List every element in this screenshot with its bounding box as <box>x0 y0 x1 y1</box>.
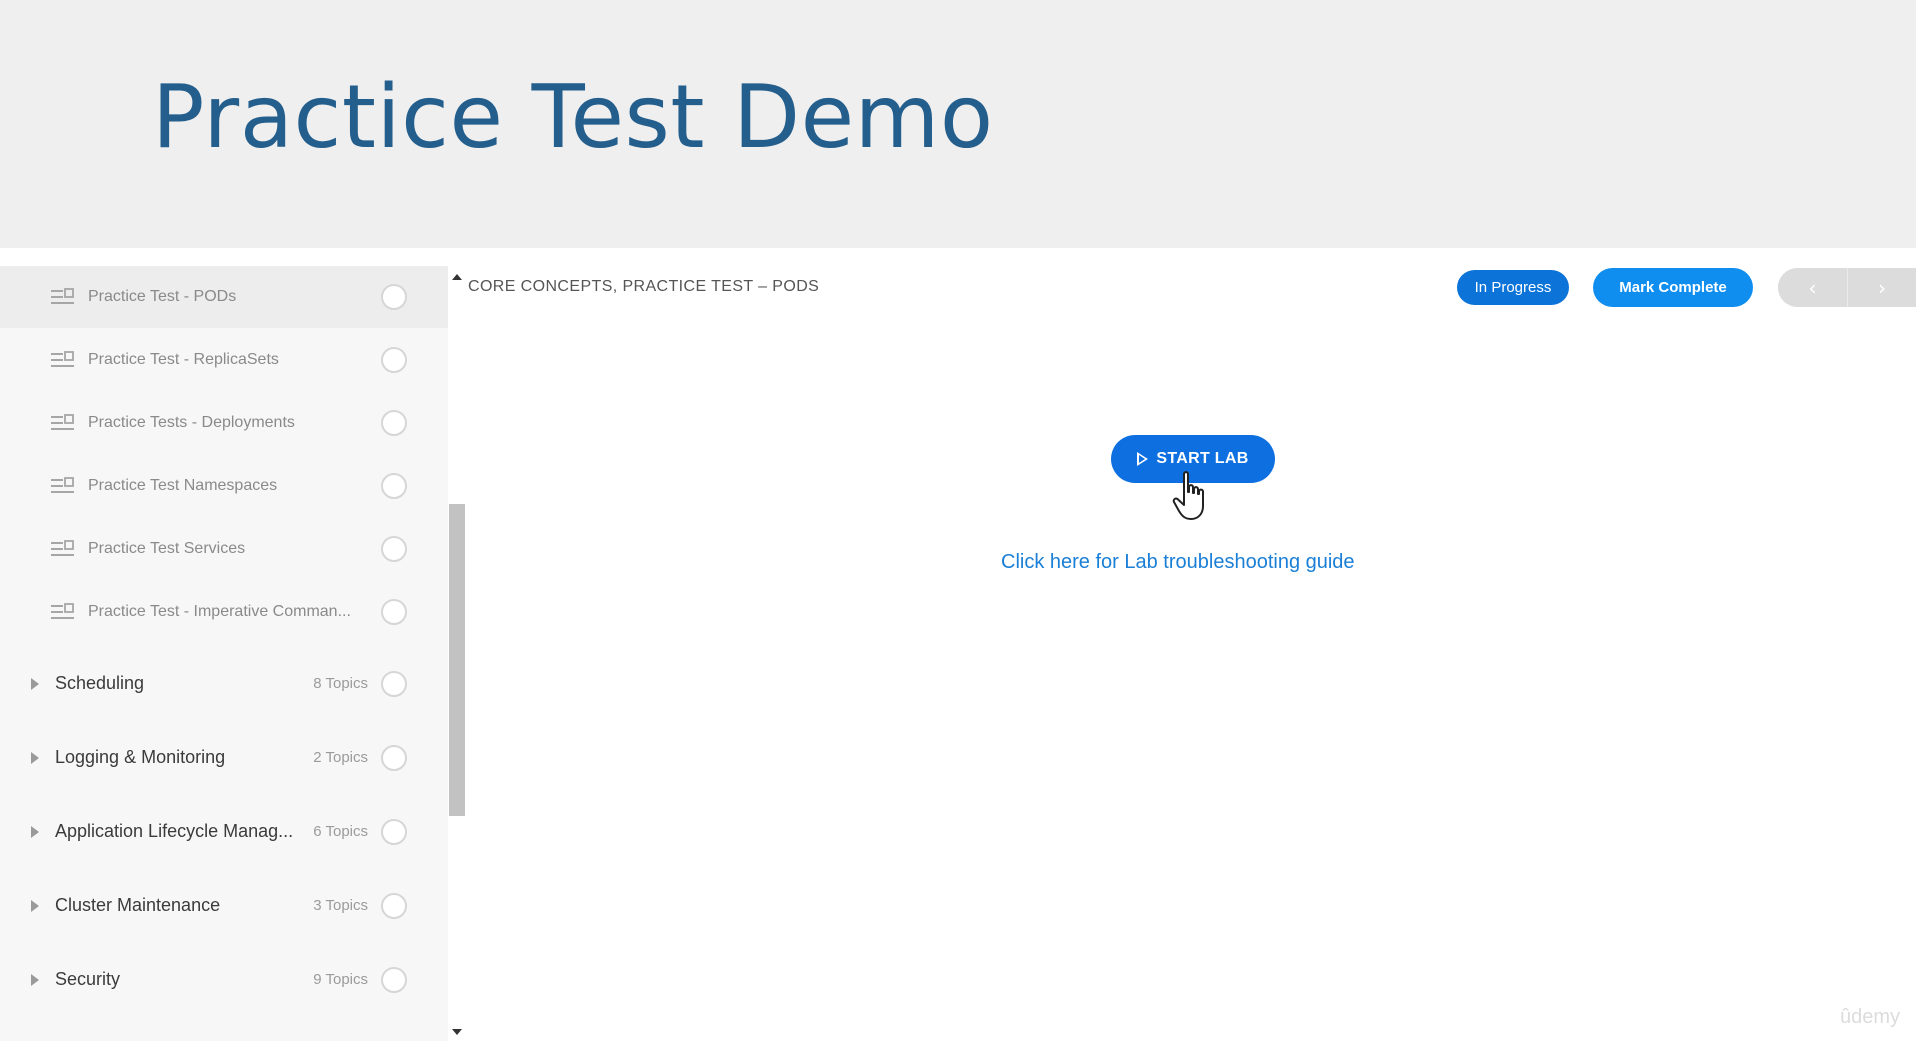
lesson-item[interactable]: Practice Test - Imperative Comman... <box>0 581 448 643</box>
section-cluster-maintenance[interactable]: Cluster Maintenance 3 Topics <box>0 869 448 943</box>
lesson-label: Practice Test - PODs <box>88 288 237 305</box>
section-logging-monitoring[interactable]: Logging & Monitoring 2 Topics <box>0 721 448 795</box>
play-icon <box>1137 452 1149 466</box>
completion-checkbox[interactable] <box>381 473 407 499</box>
expand-caret-icon[interactable] <box>31 974 39 986</box>
section-scheduling[interactable]: Scheduling 8 Topics <box>0 647 448 721</box>
lesson-item[interactable]: Practice Test - ReplicaSets <box>0 329 448 391</box>
expand-caret-icon[interactable] <box>31 826 39 838</box>
troubleshooting-guide-link[interactable]: Click here for Lab troubleshooting guide <box>1001 551 1355 574</box>
completion-checkbox[interactable] <box>381 347 407 373</box>
lesson-item[interactable]: Practice Tests - Deployments <box>0 392 448 454</box>
breadcrumb: CORE CONCEPTS, PRACTICE TEST – PODS <box>468 278 820 295</box>
start-lab-label: START LAB <box>1156 450 1249 467</box>
sidebar-scrollbar[interactable] <box>448 266 466 1041</box>
completion-checkbox[interactable] <box>381 671 407 697</box>
completion-checkbox[interactable] <box>381 599 407 625</box>
section-label: Scheduling <box>55 673 145 693</box>
udemy-watermark: ûdemy <box>1840 1006 1901 1028</box>
lesson-list-icon <box>51 540 74 556</box>
scroll-down-arrow-icon[interactable] <box>452 1029 462 1035</box>
section-security[interactable]: Security 9 Topics <box>0 943 448 1017</box>
section-label: Logging & Monitoring <box>55 747 226 767</box>
title-banner: Practice Test Demo <box>0 0 1916 248</box>
in-progress-status-button[interactable]: In Progress <box>1457 270 1569 305</box>
lesson-item[interactable]: Practice Test Services <box>0 518 448 580</box>
section-label: Cluster Maintenance <box>55 895 221 915</box>
scroll-up-arrow-icon[interactable] <box>452 274 462 280</box>
completion-checkbox[interactable] <box>381 284 407 310</box>
topic-count: 8 Topics <box>313 675 368 692</box>
lesson-pager: ‹ › <box>1778 268 1916 307</box>
expand-caret-icon[interactable] <box>31 678 39 690</box>
topic-count: 3 Topics <box>313 897 368 914</box>
lesson-list-icon <box>51 414 74 430</box>
lesson-label: Practice Test - Imperative Comman... <box>88 603 351 620</box>
topic-count: 9 Topics <box>313 971 368 988</box>
lesson-list-icon <box>51 351 74 367</box>
lesson-label: Practice Test - ReplicaSets <box>88 351 279 368</box>
section-label: Application Lifecycle Manag... <box>55 821 294 841</box>
page-title: Practice Test Demo <box>152 66 994 168</box>
completion-checkbox[interactable] <box>381 893 407 919</box>
lesson-item[interactable]: Practice Test Namespaces <box>0 455 448 517</box>
lesson-list-icon <box>51 603 74 619</box>
completion-checkbox[interactable] <box>381 819 407 845</box>
scrollbar-thumb[interactable] <box>449 504 465 816</box>
topic-count: 6 Topics <box>313 823 368 840</box>
lesson-label: Practice Tests - Deployments <box>88 414 295 431</box>
next-lesson-button[interactable]: › <box>1847 268 1916 307</box>
course-sidebar[interactable]: Practice Test - PODs Practice Test - Rep… <box>0 266 448 1041</box>
completion-checkbox[interactable] <box>381 410 407 436</box>
lesson-label: Practice Test Namespaces <box>88 477 278 494</box>
expand-caret-icon[interactable] <box>31 900 39 912</box>
expand-caret-icon[interactable] <box>31 752 39 764</box>
page: Practice Test Demo Practice Test - PODs … <box>0 0 1916 1041</box>
completion-checkbox[interactable] <box>381 967 407 993</box>
topic-count: 2 Topics <box>313 749 368 766</box>
lesson-list-icon <box>51 288 74 304</box>
lesson-list-icon <box>51 477 74 493</box>
completion-checkbox[interactable] <box>381 745 407 771</box>
section-application-lifecycle[interactable]: Application Lifecycle Manag... 6 Topics <box>0 795 448 869</box>
mark-complete-button[interactable]: Mark Complete <box>1593 268 1753 307</box>
completion-checkbox[interactable] <box>381 536 407 562</box>
section-label: Security <box>55 969 121 989</box>
hand-pointer-cursor-icon <box>1172 471 1204 520</box>
previous-lesson-button[interactable]: ‹ <box>1778 268 1847 307</box>
lesson-label: Practice Test Services <box>88 540 246 557</box>
lesson-item[interactable]: Practice Test - PODs <box>0 266 448 328</box>
